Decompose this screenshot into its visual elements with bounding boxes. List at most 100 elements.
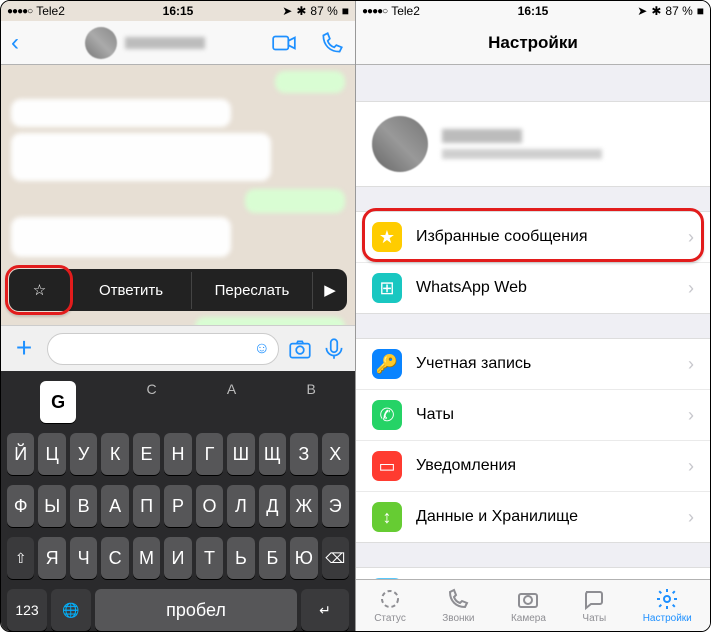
message-input[interactable]: ☺	[47, 333, 279, 365]
key[interactable]: У	[70, 433, 97, 475]
key[interactable]: Ю	[290, 537, 317, 579]
action-reply[interactable]: Ответить	[71, 272, 192, 309]
notification-icon: ▭	[372, 451, 402, 481]
tab-label: Чаты	[582, 613, 606, 624]
message-in[interactable]	[11, 217, 231, 257]
google-key[interactable]: G	[40, 381, 76, 423]
attach-button[interactable]: +	[9, 334, 39, 364]
row-chats[interactable]: ✆ Чаты ›	[356, 389, 710, 440]
key[interactable]: Е	[133, 433, 160, 475]
action-star[interactable]: ☆	[9, 271, 71, 309]
tab-camera[interactable]: Камера	[511, 587, 546, 624]
avatar	[372, 116, 428, 172]
bluetooth-icon: ✱	[651, 4, 661, 18]
key[interactable]: Ц	[38, 433, 65, 475]
tab-label: Настройки	[643, 613, 692, 624]
row-data-storage[interactable]: ↕ Данные и Хранилище ›	[356, 491, 710, 542]
chat-input-bar: + ☺	[1, 325, 355, 371]
profile-row[interactable]	[356, 101, 710, 187]
key[interactable]: Щ	[259, 433, 286, 475]
web-icon: ⊞	[372, 273, 402, 303]
row-label: Учетная запись	[416, 355, 674, 373]
key[interactable]: К	[101, 433, 128, 475]
row-label: Уведомления	[416, 457, 674, 475]
key[interactable]: Н	[164, 433, 191, 475]
keyboard[interactable]: G C A B Й Ц У К Е Н Г Ш Щ З Х Ф Ы В	[1, 371, 355, 631]
tab-calls[interactable]: Звонки	[442, 587, 474, 624]
key[interactable]: Ф	[7, 485, 34, 527]
camera-icon[interactable]	[287, 336, 313, 362]
key[interactable]: Г	[196, 433, 223, 475]
suggestion[interactable]: C	[146, 381, 156, 423]
tab-chats[interactable]: Чаты	[582, 587, 606, 624]
tab-label: Камера	[511, 613, 546, 624]
key[interactable]: З	[290, 433, 317, 475]
key[interactable]: О	[196, 485, 223, 527]
space-key[interactable]: пробел	[95, 589, 297, 631]
keyboard-row-2: Ф Ы В А П Р О Л Д Ж Э	[5, 485, 351, 527]
row-whatsapp-web[interactable]: ⊞ WhatsApp Web ›	[356, 262, 710, 313]
key[interactable]: Й	[7, 433, 34, 475]
key[interactable]: Э	[322, 485, 349, 527]
row-starred-messages[interactable]: ★ Избранные сообщения ›	[356, 212, 710, 262]
tab-label: Звонки	[442, 613, 474, 624]
key[interactable]: А	[101, 485, 128, 527]
chat-nav: ‹	[1, 21, 355, 65]
return-key[interactable]: ↵	[301, 589, 349, 631]
contact-name	[125, 37, 205, 49]
key[interactable]: В	[70, 485, 97, 527]
message-out[interactable]	[245, 189, 345, 213]
key[interactable]: Л	[227, 485, 254, 527]
shift-key[interactable]: ⇧	[7, 537, 34, 579]
key[interactable]: П	[133, 485, 160, 527]
suggestion[interactable]: B	[307, 381, 316, 423]
key[interactable]: Ш	[227, 433, 254, 475]
signal-icon: ●●●●○	[7, 6, 32, 17]
key[interactable]: Я	[38, 537, 65, 579]
action-forward[interactable]: Переслать	[192, 272, 313, 309]
keyboard-suggestions: G C A B	[5, 377, 351, 423]
globe-key[interactable]: 🌐	[51, 589, 91, 631]
key[interactable]: Ы	[38, 485, 65, 527]
tab-status[interactable]: Статус	[374, 587, 406, 624]
row-notifications[interactable]: ▭ Уведомления ›	[356, 440, 710, 491]
row-help[interactable]: i Помощь ›	[356, 568, 710, 579]
whatsapp-icon: ✆	[372, 400, 402, 430]
tab-settings[interactable]: Настройки	[643, 587, 692, 624]
key-icon: 🔑	[372, 349, 402, 379]
battery-icon: ■	[342, 4, 349, 18]
message-in[interactable]	[11, 133, 271, 181]
carrier-label: Tele2	[36, 4, 65, 18]
key[interactable]: Ж	[290, 485, 317, 527]
message-out[interactable]	[275, 71, 345, 93]
row-account[interactable]: 🔑 Учетная запись ›	[356, 339, 710, 389]
info-icon: i	[372, 578, 402, 579]
key[interactable]: Б	[259, 537, 286, 579]
video-call-icon[interactable]	[271, 30, 297, 56]
key[interactable]: Ь	[227, 537, 254, 579]
mic-icon[interactable]	[321, 336, 347, 362]
suggestion[interactable]: A	[227, 381, 236, 423]
key[interactable]: Т	[196, 537, 223, 579]
back-button[interactable]: ‹	[11, 29, 19, 57]
key[interactable]: Д	[259, 485, 286, 527]
key[interactable]: М	[133, 537, 160, 579]
chat-contact[interactable]	[85, 27, 205, 59]
tab-label: Статус	[374, 613, 406, 624]
voice-call-icon[interactable]	[319, 30, 345, 56]
key[interactable]: И	[164, 537, 191, 579]
chat-body[interactable]: ☆ Ответить Переслать ▶	[1, 65, 355, 325]
numbers-key[interactable]: 123	[7, 589, 47, 631]
page-title: Настройки	[488, 33, 578, 53]
message-out[interactable]	[195, 317, 345, 325]
action-more[interactable]: ▶	[313, 271, 347, 309]
settings-body[interactable]: ★ Избранные сообщения › ⊞ WhatsApp Web ›…	[356, 65, 710, 579]
key[interactable]: Ч	[70, 537, 97, 579]
key[interactable]: Р	[164, 485, 191, 527]
key[interactable]: Х	[322, 433, 349, 475]
status-time: 16:15	[163, 4, 194, 18]
message-in[interactable]	[11, 99, 231, 127]
backspace-key[interactable]: ⌫	[322, 537, 349, 579]
key[interactable]: С	[101, 537, 128, 579]
emoji-icon[interactable]: ☺	[254, 340, 270, 358]
